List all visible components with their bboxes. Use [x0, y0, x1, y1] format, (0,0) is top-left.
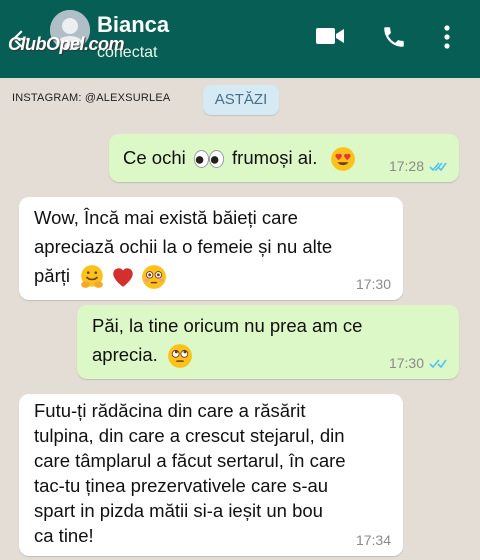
contact-status: conectat — [97, 44, 158, 61]
phone-icon[interactable] — [381, 24, 407, 50]
message-time: 17:30 — [388, 355, 424, 371]
read-ticks-icon — [429, 161, 447, 171]
message-text: apreciază ochii la o femeie și nu alte — [34, 236, 333, 257]
message-meta: 17:30 — [389, 355, 447, 371]
message-incoming[interactable]: Wow, Încă mai există băieți care aprecia… — [19, 197, 403, 300]
message-text: Wow, Încă mai există băieți care — [34, 207, 298, 228]
eyes-emoji-icon — [193, 150, 224, 169]
message-outgoing[interactable]: Ce ochi frumoși ai. 17:28 — [109, 134, 459, 182]
message-text: Păi, la tine oricum nu prea am ce — [92, 315, 363, 336]
flushed-face-emoji-icon — [142, 265, 167, 290]
chat-header: ClubOpel.com Bianca conectat — [0, 0, 480, 78]
message-text: frumoși ai. — [232, 147, 318, 168]
message-text: Ce ochi — [123, 147, 186, 168]
message-time: 17:28 — [388, 158, 424, 174]
message-incoming[interactable]: Futu-ți rădăcina din care a răsărit tulp… — [19, 394, 403, 556]
message-text: spart in pizda mătii si-a ieșit un bou — [34, 500, 323, 521]
date-chip: ASTĂZI — [203, 85, 279, 115]
heart-eyes-emoji-icon — [331, 147, 356, 172]
red-heart-emoji-icon — [113, 268, 134, 287]
message-time: 17:34 — [355, 532, 391, 548]
message-meta: 17:34 — [356, 532, 391, 548]
message-text: tac-tu ținea prezervativele care s-au — [34, 475, 329, 496]
message-time: 17:30 — [355, 276, 391, 292]
message-outgoing[interactable]: Păi, la tine oricum nu prea am ce apreci… — [77, 305, 459, 379]
message-text: Futu-ți rădăcina din care a răsărit — [34, 400, 306, 421]
read-ticks-icon — [429, 358, 447, 368]
contact-name[interactable]: Bianca — [97, 12, 169, 38]
hugging-face-emoji-icon — [81, 265, 103, 288]
instagram-watermark: INSTAGRAM: @ALEXSURLEA — [12, 92, 171, 104]
message-text: ca tine! — [34, 525, 94, 546]
rolling-eyes-emoji-icon — [168, 344, 192, 369]
video-call-icon[interactable] — [315, 24, 345, 48]
message-meta: 17:28 — [389, 158, 447, 174]
message-text: tulpina, din care a crescut stejarul, di… — [34, 425, 345, 446]
chat-area[interactable]: INSTAGRAM: @ALEXSURLEA ASTĂZI Ce ochi fr… — [0, 78, 480, 560]
message-text: părți — [34, 265, 70, 286]
message-meta: 17:30 — [356, 276, 391, 292]
more-options-icon[interactable] — [443, 24, 451, 50]
message-text: care tâmplarul a făcut sertarul, în care — [34, 450, 346, 471]
message-text: aprecia. — [92, 344, 158, 365]
